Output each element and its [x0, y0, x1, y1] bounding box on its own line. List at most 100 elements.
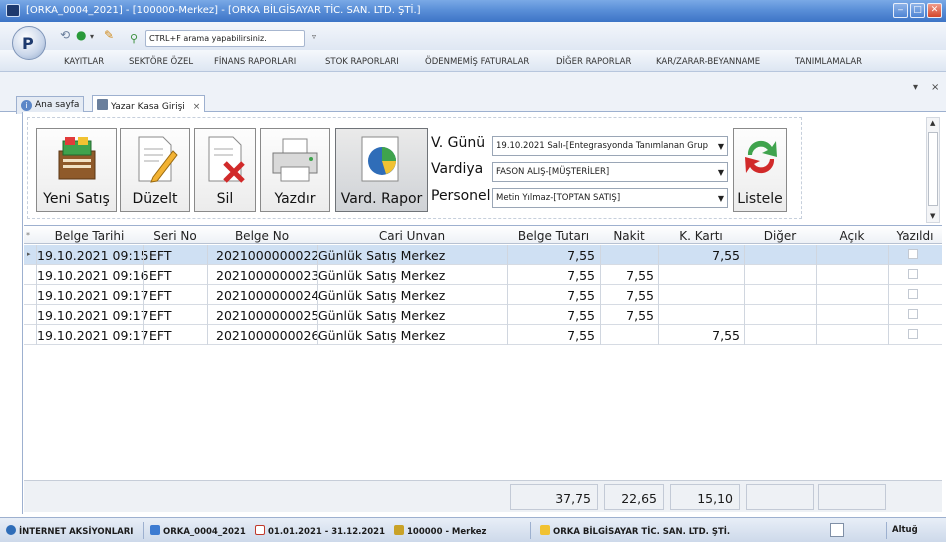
day-select[interactable]: 19.10.2021 Salı-[Entegrasyonda Tanımlana…: [492, 136, 728, 156]
table-row[interactable]: ▸ 19.10.2021 09:15: EFT 2021000000022 Günlük…: [24, 245, 942, 265]
column-divider: [317, 245, 318, 265]
close-window-button[interactable]: ✕: [927, 3, 942, 18]
col-k-karti[interactable]: K. Kartı: [658, 229, 744, 243]
cash-register-icon: [97, 99, 108, 110]
col-diger[interactable]: Diğer: [744, 229, 816, 243]
list-label: Listele: [737, 191, 783, 207]
column-divider: [816, 265, 817, 285]
scroll-down-icon[interactable]: ▼: [930, 212, 935, 220]
shift-select[interactable]: FASON ALIŞ-[MÜŞTERİLER] ▼: [492, 162, 728, 182]
tab-label: Ana sayfa: [35, 100, 80, 110]
cell-belge-tutari: 7,55: [567, 248, 595, 263]
column-divider: [600, 285, 601, 305]
cell-nakit: 7,55: [626, 308, 654, 323]
printed-checkbox[interactable]: [908, 269, 918, 279]
shift-report-button[interactable]: Vard. Rapor: [335, 128, 428, 212]
cell-belge-tarihi: 19.10.2021 09:17:: [37, 308, 153, 323]
column-divider: [600, 245, 601, 265]
status-checkbox[interactable]: [830, 523, 844, 537]
app-icon: [6, 4, 20, 17]
refresh-icon[interactable]: ⟲: [60, 28, 70, 42]
menu-item-kayitlar[interactable]: KAYITLAR: [64, 57, 104, 67]
maximize-button[interactable]: □: [910, 3, 925, 18]
column-divider: [143, 285, 144, 305]
column-divider: [143, 325, 144, 345]
tab-close-icon[interactable]: ×: [193, 102, 201, 112]
cell-cari-unvan: Günlük Satış Merkez: [318, 308, 446, 323]
cell-cari-unvan: Günlük Satış Merkez: [318, 248, 446, 263]
menu-item-tanimlamalar[interactable]: TANIMLAMALAR: [795, 57, 862, 67]
row-indicator-icon: ▸: [27, 250, 31, 258]
column-divider: [143, 245, 144, 265]
column-divider: [658, 305, 659, 325]
delete-label: Sil: [216, 191, 234, 207]
column-divider: [888, 285, 889, 305]
column-divider: [888, 305, 889, 325]
print-button[interactable]: Yazdır: [260, 128, 330, 212]
online-icon[interactable]: ●: [76, 28, 86, 42]
list-button[interactable]: Listele: [733, 128, 787, 212]
minimize-button[interactable]: ‒: [893, 3, 908, 18]
menu-item-odenmemis-faturalar[interactable]: ÖDENMEMİŞ FATURALAR: [425, 57, 529, 67]
cell-belge-tutari: 7,55: [567, 308, 595, 323]
col-belge-tutari[interactable]: Belge Tutarı: [507, 229, 600, 243]
col-yazildi[interactable]: Yazıldı: [888, 229, 942, 243]
day-value: 19.10.2021 Salı-[Entegrasyonda Tanımlana…: [496, 141, 708, 151]
printed-checkbox[interactable]: [908, 249, 918, 259]
status-separator: [530, 522, 531, 539]
scroll-up-icon[interactable]: ▲: [930, 119, 935, 127]
column-divider: [36, 245, 37, 265]
close-tab-icon[interactable]: ×: [931, 82, 939, 93]
application-menu-button[interactable]: P: [12, 26, 46, 60]
cell-belge-tarihi: 19.10.2021 09:16:: [37, 268, 153, 283]
tools-icon[interactable]: ✎: [104, 28, 114, 42]
customize-icon[interactable]: ▿: [312, 32, 316, 41]
column-divider: [888, 265, 889, 285]
cell-seri-no: EFT: [149, 308, 172, 323]
new-sale-button[interactable]: Yeni Satış: [36, 128, 117, 212]
column-divider: [507, 325, 508, 345]
menu-item-kar-zarar-beyanname[interactable]: KAR/ZARAR-BEYANNAME: [656, 57, 760, 67]
printer-icon: [272, 138, 318, 182]
menu-item-diger-raporlar[interactable]: DİĞER RAPORLAR: [556, 57, 631, 67]
printed-checkbox[interactable]: [908, 309, 918, 319]
delete-button[interactable]: Sil: [194, 128, 256, 212]
table-row[interactable]: 19.10.2021 09:17: EFT 2021000000026 Günlük …: [24, 325, 942, 345]
printed-checkbox[interactable]: [908, 289, 918, 299]
status-bar: İNTERNET AKSİYONLARI ORKA_0004_2021 01.0…: [0, 517, 946, 542]
database-status: ORKA_0004_2021: [150, 525, 246, 537]
col-cari-unvan[interactable]: Cari Unvan: [317, 229, 507, 243]
column-divider: [36, 325, 37, 345]
shift-report-label: Vard. Rapor: [340, 191, 423, 207]
scroll-thumb[interactable]: [928, 132, 938, 206]
col-belge-tarihi[interactable]: Belge Tarihi: [36, 229, 143, 243]
table-row[interactable]: 19.10.2021 09:16: EFT 2021000000023 Günlük …: [24, 265, 942, 285]
col-acik[interactable]: Açık: [816, 229, 888, 243]
cell-belge-no: 2021000000025: [216, 308, 320, 323]
printed-checkbox[interactable]: [908, 329, 918, 339]
table-row[interactable]: 19.10.2021 09:17: EFT 2021000000024 Günlük …: [24, 285, 942, 305]
edit-button[interactable]: Düzelt: [120, 128, 190, 212]
cell-cari-unvan: Günlük Satış Merkez: [318, 328, 446, 343]
staff-select[interactable]: Metin Yılmaz-[TOPTAN SATIŞ] ▼: [492, 188, 728, 208]
menu-item-sektore-ozel[interactable]: SEKTÖRE ÖZEL: [129, 57, 193, 67]
dropdown-icon[interactable]: ▾: [90, 32, 94, 41]
search-input[interactable]: ⚲ CTRL+F arama yapabilirsiniz.: [130, 30, 305, 47]
toolbar-scrollbar[interactable]: ▲ ▼: [926, 117, 940, 223]
col-nakit[interactable]: Nakit: [600, 229, 658, 243]
internet-actions[interactable]: İNTERNET AKSİYONLARI: [6, 525, 133, 537]
chevron-down-icon: ▼: [717, 194, 724, 203]
column-divider: [507, 245, 508, 265]
column-divider: [658, 245, 659, 265]
column-divider: [36, 305, 37, 325]
staff-label: Personel: [431, 188, 491, 204]
menu-item-finans-raporlari[interactable]: FİNANS RAPORLARI: [214, 57, 296, 67]
pie-chart-icon: [361, 136, 398, 182]
col-seri-no[interactable]: Seri No: [143, 229, 207, 243]
menu-item-stok-raporlari[interactable]: STOK RAPORLARI: [325, 57, 399, 67]
col-belge-no[interactable]: Belge No: [207, 229, 317, 243]
table-row[interactable]: 19.10.2021 09:17: EFT 2021000000025 Günlük …: [24, 305, 942, 325]
cell-belge-tarihi: 19.10.2021 09:15:: [37, 248, 153, 263]
tab-list-dropdown-icon[interactable]: ▾: [913, 82, 918, 93]
column-divider: [816, 245, 817, 265]
